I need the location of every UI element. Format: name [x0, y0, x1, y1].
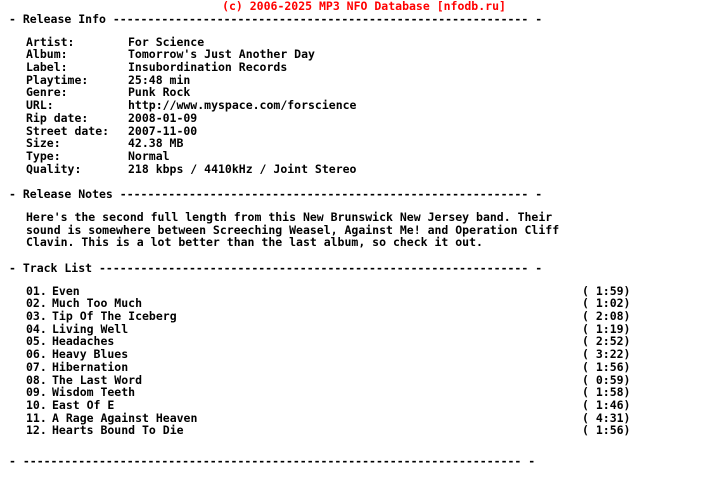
track-duration: ( 1:58) [582, 385, 631, 400]
release-notes-heading: - Release Notes ------------------------… [9, 187, 543, 202]
track-row: 06. Heavy Blues( 3:22) [26, 348, 728, 361]
track-number: 03. [26, 309, 47, 324]
release-info-label: Quality: [26, 161, 82, 176]
track-row: 03. Tip Of The Iceberg( 2:08) [26, 310, 728, 323]
track-number: 07. [26, 359, 47, 374]
track-row: 12. Hearts Bound To Die ( 1:56) [26, 424, 728, 437]
track-list-heading: - Track List ---------------------------… [9, 261, 543, 275]
track-duration: ( 1:46) [582, 397, 631, 412]
release-info-value: 218 kbps / 4410kHz / Joint Stereo [128, 161, 357, 176]
release-notes-body: Here's the second full length from this … [0, 211, 728, 249]
track-list-body: 01. Even( 1:59) 02. Much Too Much( 1:02) 03.… [0, 284, 728, 437]
release-note-line: Clavin. This is a lot better than the la… [26, 235, 483, 250]
track-duration: ( 1:56) [582, 423, 631, 438]
track-number: 09. [26, 385, 47, 400]
track-duration: ( 2:08) [582, 309, 631, 324]
track-row: 09. Wisdom Teeth( 1:58) [26, 386, 728, 399]
track-duration: ( 3:22) [582, 347, 631, 362]
nfo-page: (c) 2006-2025 MP3 NFO Database [nfodb.ru… [0, 0, 728, 504]
release-info-label: Type: [26, 148, 61, 163]
track-number: 06. [26, 347, 47, 362]
footer-rule: - --------------------------------------… [9, 453, 536, 468]
release-info-rows: Artist: For Science Album: Tomorrow's Just … [0, 35, 728, 176]
track-number: 12. [26, 423, 47, 438]
release-info-label: Rip date: [26, 110, 89, 125]
release-info-label: Size: [26, 136, 61, 151]
track-number: 10. [26, 397, 47, 412]
release-note-line: Here's the second full length from this … [26, 209, 553, 224]
release-info-label: URL: [26, 98, 54, 113]
track-duration: ( 1:56) [582, 359, 631, 374]
release-info-heading: - Release Info -------------------------… [9, 12, 543, 26]
track-title: Hearts Bound To Die [52, 423, 184, 438]
release-info-label: Label: [26, 60, 68, 75]
release-info-row: Quality: 218 kbps / 4410kHz / Joint Stere… [26, 161, 728, 176]
